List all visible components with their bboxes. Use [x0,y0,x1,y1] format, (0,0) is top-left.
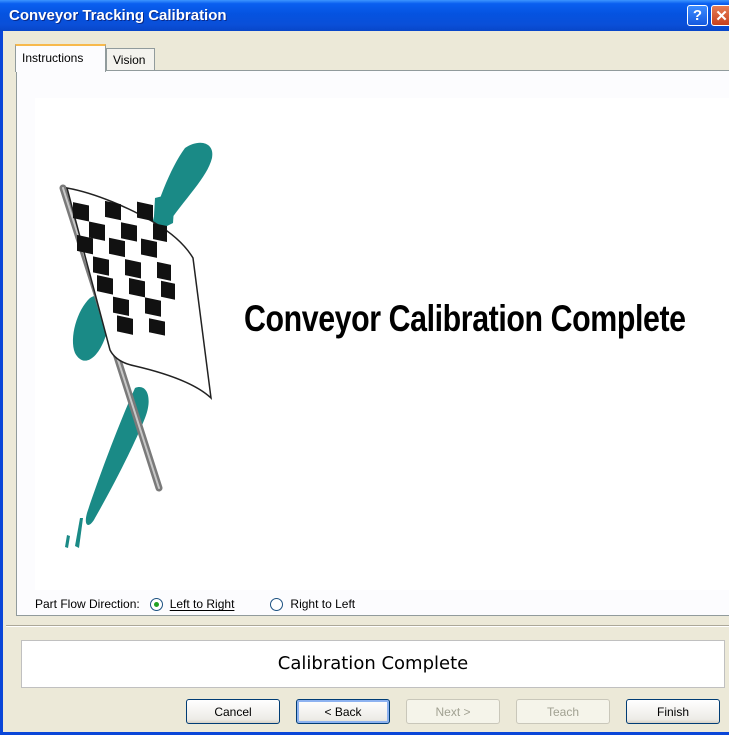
separator [6,625,729,627]
instruction-graphic: Conveyor Calibration Complete [35,98,729,590]
help-button[interactable]: ? [687,5,708,26]
teach-button[interactable]: Teach [516,699,610,724]
radio-right-to-left-label: Right to Left [290,597,356,611]
part-flow-label: Part Flow Direction: [35,597,140,611]
status-box: Calibration Complete [21,640,725,688]
tab-instructions[interactable]: Instructions [15,44,106,72]
back-button-label: < Back [324,704,362,719]
teach-button-label: Teach [546,704,580,719]
window-title: Conveyor Tracking Calibration [9,7,227,24]
part-flow-direction: Part Flow Direction: Left to Right Right… [35,594,391,614]
cancel-button[interactable]: Cancel [186,699,280,724]
finish-button-label: Finish [656,704,689,719]
tab-instructions-label: Instructions [22,51,84,65]
back-button[interactable]: < Back [296,699,390,724]
tab-vision-label: Vision [113,53,146,67]
tab-vision[interactable]: Vision [106,48,155,71]
status-text: Calibration Complete [277,653,469,674]
close-button[interactable]: ✕ [711,5,729,26]
close-icon: ✕ [715,7,728,25]
radio-left-to-right[interactable]: Left to Right [149,597,235,611]
finish-button[interactable]: Finish [626,699,720,724]
radio-right-to-left-circle[interactable] [270,597,284,611]
title-bar[interactable]: Conveyor Tracking Calibration ? ✕ [0,0,729,31]
completion-headline: Conveyor Calibration Complete [244,298,686,339]
help-icon: ? [692,7,703,24]
radio-right-to-left[interactable]: Right to Left [270,597,355,611]
next-button[interactable]: Next > [406,699,500,724]
dialog-window: Conveyor Tracking Calibration ? ✕ Instru… [0,0,729,735]
radio-left-to-right-label: Left to Right [169,597,235,611]
radio-left-to-right-circle[interactable] [149,597,163,611]
next-button-label: Next > [435,704,471,719]
checkered-flag-icon [59,142,213,548]
cancel-button-label: Cancel [214,704,252,719]
instructions-panel: Conveyor Calibration Complete Part Flow … [16,70,729,616]
